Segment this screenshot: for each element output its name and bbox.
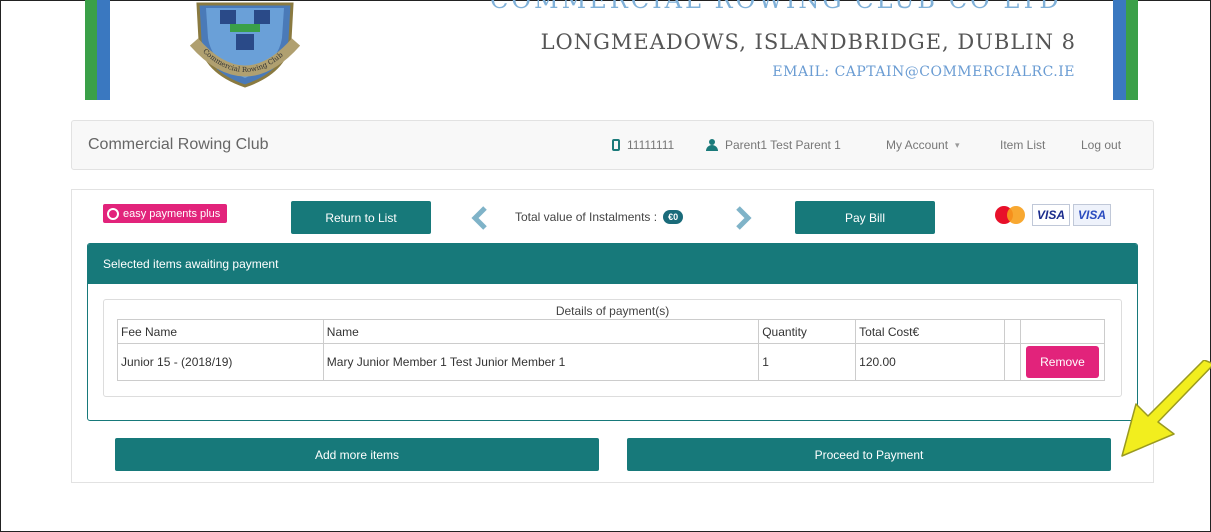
nav-user: Parent1 Test Parent 1 [706,138,841,152]
cell-total-cost: 120.00 [855,343,1005,381]
top-navbar: Commercial Rowing Club 11111111 Parent1 … [71,120,1154,170]
user-name: Parent1 Test Parent 1 [725,138,841,152]
instalments-total: Total value of Instalments : €0 [515,210,684,224]
remove-button[interactable]: Remove [1026,346,1099,378]
easy-payments-label: easy payments plus [123,207,221,220]
cell-blank [1003,343,1021,381]
club-crest-logo: Commercial Rowing Club [190,2,300,88]
instalments-total-value: €0 [663,210,684,224]
navbar-brand[interactable]: Commercial Rowing Club [88,136,269,154]
column-header-action [1019,319,1106,344]
user-icon [706,139,718,151]
payment-panel: easy payments plus Return to List Total … [71,189,1154,483]
caret-down-icon: ▾ [955,139,960,150]
payment-details-table: Fee Name Name Quantity Total Cost€ Junio… [117,319,1106,381]
accepted-cards: VISA VISA [993,204,1112,226]
table-caption: Details of payment(s) [555,304,670,318]
column-header-name: Name [322,319,760,344]
selected-items-header: Selected items awaiting payment [88,244,1137,284]
column-header-blank [1003,319,1021,344]
easy-payments-plus-badge[interactable]: easy payments plus [103,204,228,223]
club-email[interactable]: EMAIL: CAPTAIN@COMMERCIALRC.IE [772,64,1075,80]
column-header-quantity: Quantity [758,319,857,344]
column-header-fee-name: Fee Name [117,319,324,344]
visa-electron-icon: VISA [1073,204,1112,226]
cell-action: Remove [1019,343,1106,381]
banner-stripe-blue-left [97,0,110,100]
selected-items-box: Selected items awaiting payment Details … [87,243,1138,421]
pay-bill-button[interactable]: Pay Bill [795,201,935,234]
payment-details-table-wrapper: Details of payment(s) Fee Name Name Quan… [103,299,1122,397]
banner-stripe-green-left [85,0,97,100]
mastercard-icon [993,204,1029,226]
nav-item-list-link[interactable]: Item List [1000,138,1045,152]
cell-quantity: 1 [758,343,857,381]
club-address: LONGMEADOWS, ISLANDBRIDGE, DUBLIN 8 [540,30,1076,54]
table-header-row: Fee Name Name Quantity Total Cost€ [117,319,1106,344]
column-header-total-cost: Total Cost€ [855,319,1005,344]
next-arrow-icon[interactable] [735,206,753,230]
phone-icon [612,139,620,151]
cell-name: Mary Junior Member 1 Test Junior Member … [322,343,760,381]
return-to-list-button[interactable]: Return to List [291,201,431,234]
phone-number: 11111111 [627,138,675,152]
instalments-total-label: Total value of Instalments : [515,210,658,224]
annotation-arrow-icon [1121,360,1211,457]
add-more-items-button[interactable]: Add more items [115,438,599,471]
nav-phone: 11111111 [612,138,674,152]
visa-icon: VISA [1032,204,1071,226]
nav-my-account-dropdown[interactable]: My Account ▾ [886,138,960,152]
cell-fee-name: Junior 15 - (2018/19) [117,343,324,381]
proceed-to-payment-button[interactable]: Proceed to Payment [627,438,1111,471]
banner-stripe-blue-right [1113,0,1126,100]
easy-payments-icon [107,207,119,220]
prev-arrow-icon[interactable] [470,206,488,230]
club-title: COMMERCIAL ROWING CLUB CO LTD [490,0,1062,14]
my-account-label: My Account [886,138,949,152]
banner-stripe-green-right [1126,0,1138,100]
table-row: Junior 15 - (2018/19) Mary Junior Member… [117,343,1106,381]
nav-log-out-link[interactable]: Log out [1081,138,1121,152]
